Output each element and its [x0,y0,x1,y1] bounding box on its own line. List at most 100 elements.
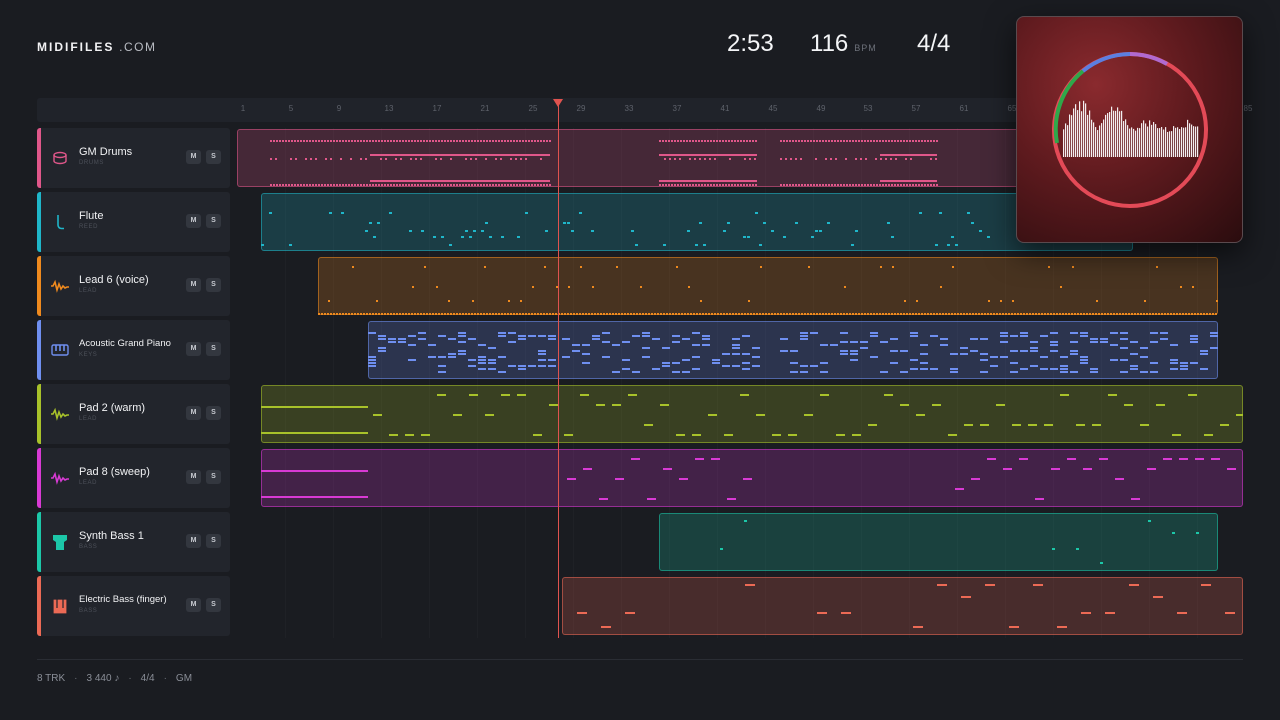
mute-button[interactable]: M [186,342,201,356]
visualizer-bar [1109,112,1111,157]
ruler-bar-label: 13 [384,104,394,113]
time-value: 2:53 [727,30,774,57]
visualizer-bar [1171,131,1173,157]
solo-button[interactable]: S [206,342,221,356]
tempo-display[interactable]: 116 BPM [810,30,877,60]
ruler-bar-label: 57 [911,104,921,113]
track-lane[interactable] [237,384,1243,444]
note-pattern [261,458,1236,500]
visualizer-bar [1143,120,1145,157]
visualizer-bar [1167,131,1169,157]
bass-icon [52,598,68,615]
visualizer-bar [1197,126,1199,157]
track-category: REED [79,224,99,230]
ruler-bar-label: 25 [528,104,538,113]
visualizer-bar [1195,126,1197,157]
piano-icon [51,344,69,356]
visualizer-bar [1079,101,1081,157]
solo-button[interactable]: S [206,470,221,484]
visualizer-bar [1065,123,1067,157]
track-header-gm-drums[interactable]: GM Drums DRUMS M S [37,128,230,188]
brand-name: MIDIFILES [37,40,115,54]
visualizer-bar [1103,119,1105,157]
track-header-electric-bass-finger[interactable]: Electric Bass (finger) BASS M S [37,576,230,636]
visualizer-bar [1067,125,1069,157]
track-category: LEAD [79,288,98,294]
solo-button[interactable]: S [206,406,221,420]
track-color-stripe [37,192,41,252]
mute-button[interactable]: M [186,406,201,420]
time-signature-display[interactable]: 4/4 [917,30,950,60]
time-signature-value: 4/4 [917,30,951,57]
visualizer-bar [1093,122,1095,157]
mute-button[interactable]: M [186,278,201,292]
track-header-pad-2-warm[interactable]: Pad 2 (warm) LEAD M S [37,384,230,444]
visualizer-bar [1073,108,1075,157]
track-lane[interactable] [237,512,1243,572]
footer-divider [37,659,1243,660]
visualizer-bar [1113,110,1115,157]
track-lane[interactable] [237,576,1243,636]
visualizer-bar [1099,125,1101,157]
track-category: LEAD [79,480,98,486]
visualizer-bar [1087,114,1089,157]
visualizer-bar [1115,110,1117,157]
track-lane[interactable] [237,448,1243,508]
ruler-bar-label: 17 [432,104,442,113]
mute-button[interactable]: M [186,470,201,484]
solo-button[interactable]: S [206,150,221,164]
solo-button[interactable]: S [206,214,221,228]
separator: · [74,673,78,684]
track-color-stripe [37,320,41,380]
visualizer-bar [1163,129,1165,157]
visualizer-bar [1179,129,1181,157]
visualizer-bar [1159,128,1161,157]
visualizer-bar [1083,100,1085,157]
solo-button[interactable]: S [206,278,221,292]
time-display: 2:53 [727,30,774,60]
mute-button[interactable]: M [186,598,201,612]
visualizer-bar [1085,103,1087,157]
solo-button[interactable]: S [206,598,221,612]
visualizer-bar [1161,126,1163,157]
track-category: BASS [79,608,98,614]
mute-button[interactable]: M [186,150,201,164]
track-lane[interactable] [237,320,1243,380]
note-pattern [318,266,1218,315]
visualizer-bar [1069,114,1071,157]
visualizer-bar [1101,123,1103,157]
track-color-stripe [37,448,41,508]
track-category: DRUMS [79,160,104,166]
ruler-bar-label: 45 [768,104,778,113]
tempo-value: 116 [810,30,849,57]
track-header-acoustic-grand-piano[interactable]: Acoustic Grand Piano KEYS M S [37,320,230,380]
tempo-unit: BPM [854,43,877,53]
track-header-pad-8-sweep[interactable]: Pad 8 (sweep) LEAD M S [37,448,230,508]
mute-button[interactable]: M [186,534,201,548]
track-header-flute[interactable]: Flute REED M S [37,192,230,252]
playhead[interactable] [558,104,559,638]
track-color-stripe [37,256,41,316]
ruler-bar-label: 49 [816,104,826,113]
track-name: Acoustic Grand Piano [79,338,171,349]
note-count: 3 440 ♪ [86,673,120,684]
visualizer-bar [1139,128,1141,157]
visualizer-bar [1091,119,1093,157]
track-header-synth-bass-1[interactable]: Synth Bass 1 BASS M S [37,512,230,572]
track-header-lead-6-voice[interactable]: Lead 6 (voice) LEAD M S [37,256,230,316]
midi-standard: GM [175,673,193,684]
solo-button[interactable]: S [206,534,221,548]
track-count: 8 TRK [37,673,66,684]
visualizer-bar [1189,123,1191,157]
visualizer-bar [1089,110,1091,157]
waveform-icon [51,279,69,293]
bass-icon [53,535,67,550]
flute-icon [57,215,64,230]
album-art-visualizer [1016,16,1243,243]
mute-button[interactable]: M [186,214,201,228]
visualizer-bar [1165,127,1167,157]
track-lane[interactable] [237,256,1243,316]
visualizer-bar [1153,122,1155,157]
ruler-bar-label: 5 [288,104,294,113]
visualizer-bar [1081,111,1083,157]
